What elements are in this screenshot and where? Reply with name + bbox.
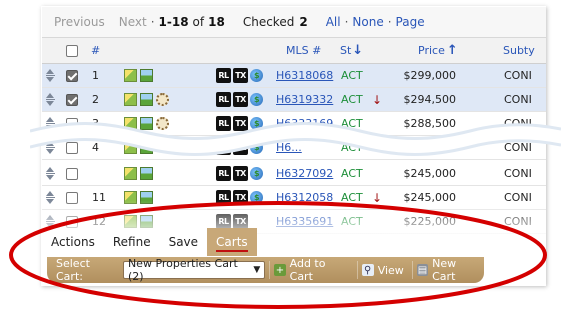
drag-handle[interactable] — [46, 64, 55, 87]
table-row[interactable]: RL TX H6327092 ACT $245,000 CONI — [42, 162, 546, 186]
mls-link[interactable]: H6318068 — [276, 64, 333, 87]
price-value: $245,000 — [403, 167, 457, 180]
photo-icon[interactable] — [124, 69, 137, 82]
globe-dollar-icon[interactable] — [250, 167, 263, 180]
gallery-icon[interactable] — [140, 167, 153, 180]
report-icons: RL TX — [216, 64, 263, 87]
action-tabs: Actions Refine Save Carts — [42, 228, 257, 256]
report-icons: RL TX — [216, 88, 263, 111]
previous-link[interactable]: Previous — [54, 15, 105, 29]
media-icons — [124, 88, 172, 111]
rl-badge-icon[interactable]: RL — [216, 166, 231, 181]
report-icons: RL TX — [216, 162, 263, 185]
checked-count: 2 — [299, 15, 308, 29]
drag-arrows-icon — [46, 93, 55, 106]
globe-dollar-icon[interactable] — [250, 93, 263, 106]
price-drop-arrow-icon: ↓ — [372, 92, 383, 107]
new-cart-button[interactable]: ▤ New Cart — [411, 257, 484, 283]
header-price-label: Price — [418, 44, 445, 57]
row-checkbox-cell[interactable] — [66, 162, 78, 185]
row-num: 1 — [92, 69, 99, 82]
header-status-label: St — [340, 44, 352, 57]
subtype-value: CONI — [504, 167, 532, 180]
row-checkbox-cell[interactable] — [66, 64, 78, 87]
rl-badge-icon[interactable]: RL — [216, 68, 231, 83]
table-header-row: # MLS # St ↓ Price ↑ Subty — [42, 38, 546, 64]
sort-down-icon: ↓ — [352, 43, 364, 58]
drag-arrows-icon — [46, 167, 55, 180]
select-page-link[interactable]: Page — [396, 15, 425, 29]
sort-up-icon: ↑ — [446, 43, 458, 58]
status-text: ACT — [341, 93, 363, 106]
media-icons — [124, 162, 156, 185]
pager-bar: Previous Next · 1-18 of 18 Checked 2 All… — [42, 7, 546, 38]
pager-range: 1-18 — [158, 15, 189, 29]
magnifier-icon: ⚲ — [361, 264, 374, 276]
pager-total: 18 — [208, 15, 225, 29]
select-none-link[interactable]: None — [352, 15, 383, 29]
subtype-value: CONI — [504, 93, 532, 106]
header-subtype[interactable]: Subty — [503, 38, 535, 63]
virtual-tour-icon[interactable] — [156, 93, 169, 106]
header-num[interactable]: # — [91, 38, 100, 63]
tx-badge-icon[interactable]: TX — [233, 68, 248, 83]
row-num: 2 — [92, 93, 99, 106]
row-checkbox-cell[interactable] — [66, 88, 78, 111]
tab-actions[interactable]: Actions — [42, 228, 104, 256]
price-value: $294,500 — [403, 93, 457, 106]
gallery-icon[interactable] — [140, 93, 153, 106]
cart-toolbar: Select Cart: New Properties Cart (2) ▼ +… — [47, 257, 484, 283]
tab-carts[interactable]: Carts — [207, 228, 257, 256]
new-cart-label: New Cart — [432, 257, 457, 283]
photo-icon[interactable] — [124, 167, 137, 180]
screenshot-stage: Previous Next · 1-18 of 18 Checked 2 All… — [0, 0, 561, 316]
add-to-cart-button[interactable]: + Add to Cart — [269, 257, 352, 283]
view-cart-button[interactable]: ⚲ View — [356, 261, 408, 279]
rl-badge-icon[interactable]: RL — [216, 92, 231, 107]
select-all-link[interactable]: All — [326, 15, 341, 29]
select-cart-label: Select Cart: — [56, 257, 90, 283]
subtype-value: CONI — [504, 69, 532, 82]
torn-break-wave — [30, 122, 561, 156]
gallery-icon[interactable] — [140, 69, 153, 82]
pager-dot-3: · — [387, 15, 392, 29]
status-text: ACT — [341, 167, 363, 180]
checked-label: Checked — [242, 15, 295, 29]
drag-arrows-icon — [46, 69, 55, 82]
status-text: ACT — [341, 69, 363, 82]
next-link[interactable]: Next — [119, 15, 147, 29]
cart-select-value: New Properties Cart (2) — [127, 257, 238, 283]
header-price[interactable]: Price ↑ — [418, 38, 458, 63]
header-status[interactable]: St ↓ — [340, 38, 363, 63]
drag-handle[interactable] — [46, 88, 55, 111]
row-checkbox[interactable] — [66, 167, 78, 180]
drag-handle[interactable] — [46, 162, 55, 185]
mls-link[interactable]: H6319332 — [276, 88, 333, 111]
pager-of: of — [192, 15, 205, 29]
header-checkbox-cell[interactable] — [66, 38, 78, 63]
price-value: $299,000 — [403, 69, 457, 82]
tab-save[interactable]: Save — [159, 228, 208, 256]
row-checkbox[interactable] — [66, 69, 78, 82]
pager-dot: · — [150, 15, 155, 29]
plus-icon: + — [274, 264, 286, 276]
media-icons — [124, 64, 156, 87]
table-row[interactable]: 1 RL TX H6318068 ACT $299,000 CONI — [42, 64, 546, 88]
tx-badge-icon[interactable]: TX — [233, 92, 248, 107]
pager-dot-2: · — [344, 15, 349, 29]
cart-select[interactable]: New Properties Cart (2) ▼ — [122, 257, 266, 283]
select-all-checkbox[interactable] — [66, 44, 78, 57]
add-to-cart-label: Add to Cart — [289, 257, 326, 283]
cart-icon: ▤ — [416, 264, 429, 276]
globe-dollar-icon[interactable] — [250, 69, 263, 82]
tab-refine[interactable]: Refine — [103, 228, 160, 256]
header-mls[interactable]: MLS # — [286, 38, 321, 63]
photo-icon[interactable] — [124, 93, 137, 106]
view-cart-label: View — [377, 263, 404, 277]
mls-link[interactable]: H6327092 — [276, 162, 333, 185]
tx-badge-icon[interactable]: TX — [233, 166, 248, 181]
row-checkbox[interactable] — [66, 93, 78, 106]
chevron-down-icon: ▼ — [253, 265, 261, 275]
table-row[interactable]: 2 RL TX H6319332 ACT ↓ $294,500 CONI — [42, 88, 546, 112]
